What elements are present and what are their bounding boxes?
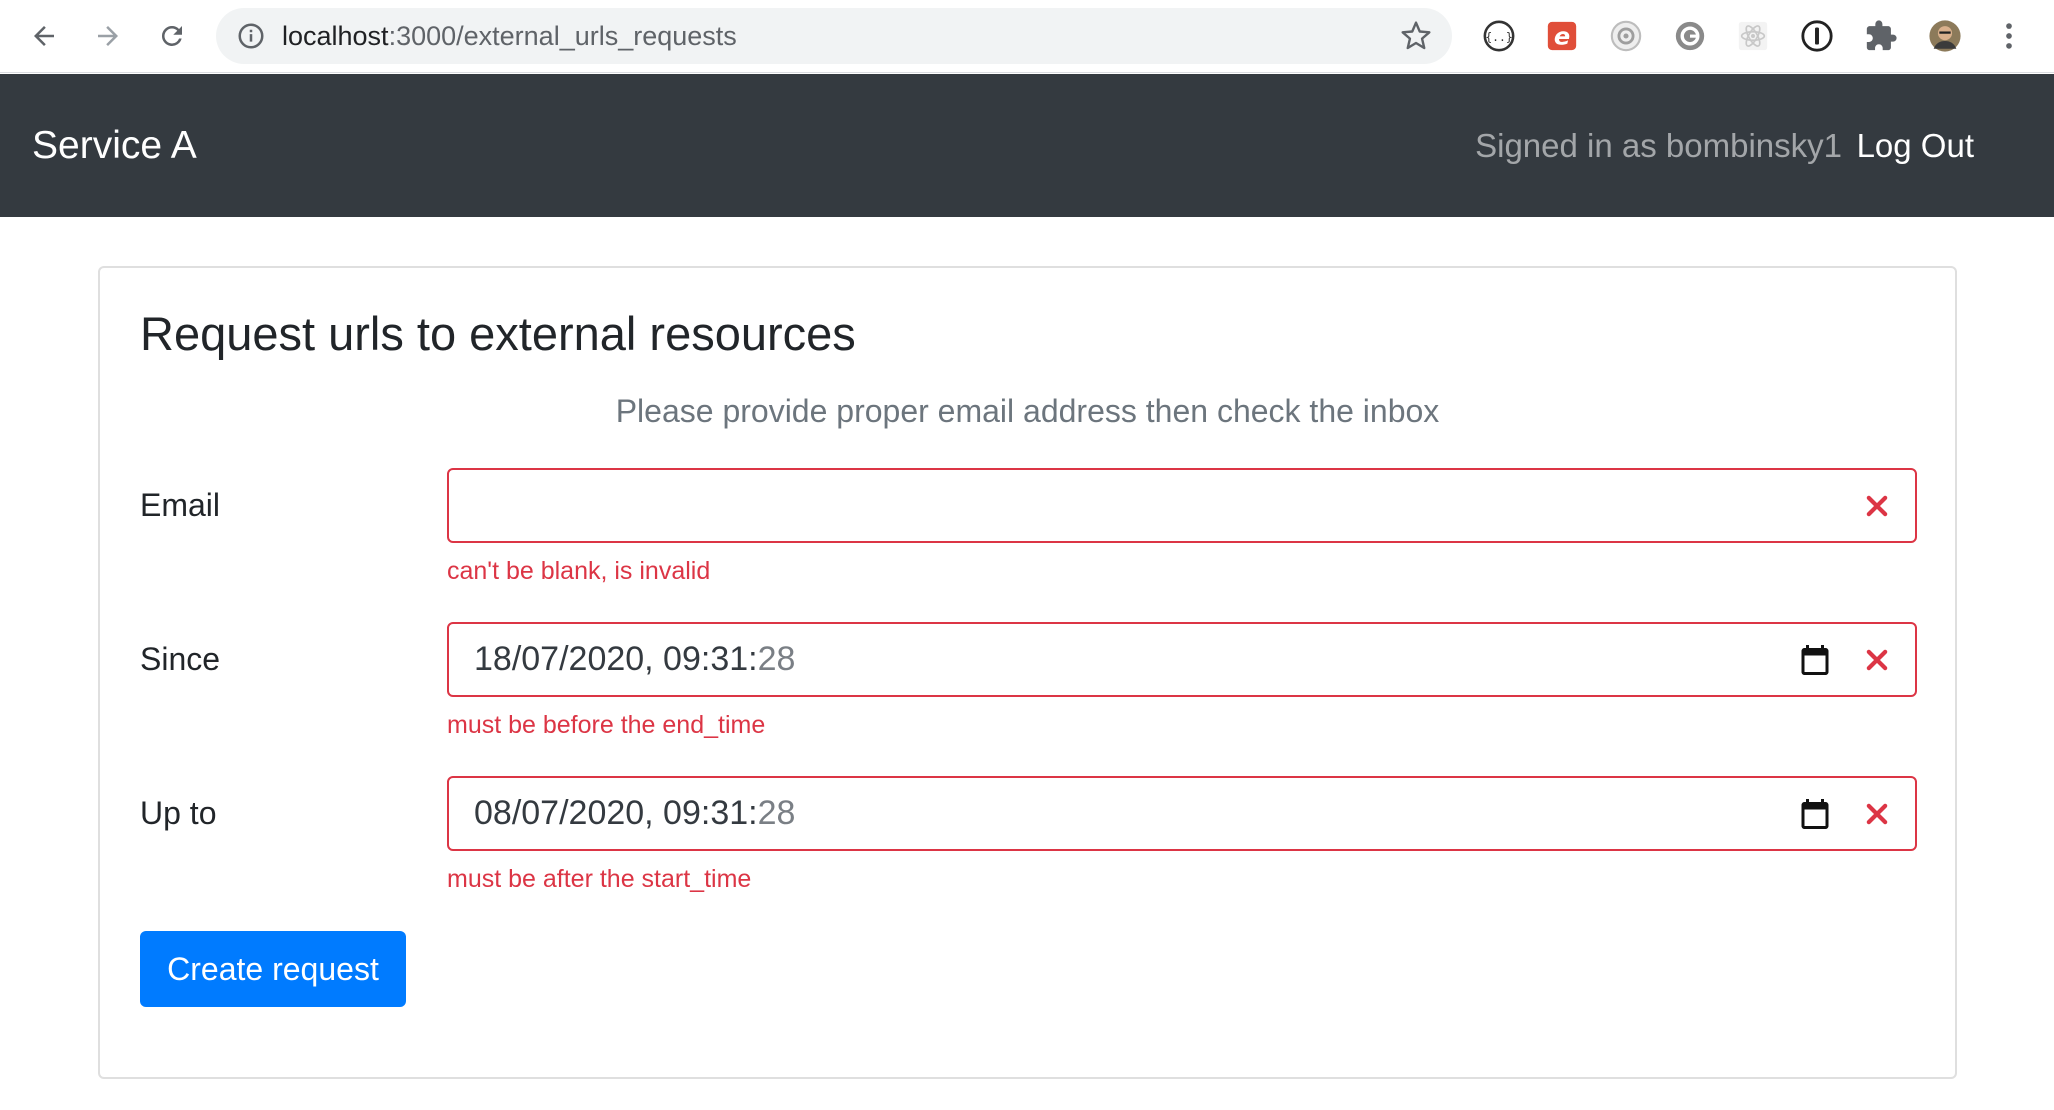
browser-toolbar: localhost:3000/external_urls_requests {.… bbox=[0, 0, 2054, 73]
svg-text:e: e bbox=[1554, 23, 1570, 51]
upto-datetime-field[interactable]: 08/07/2020, 09:31:28 bbox=[447, 776, 1917, 851]
create-request-button[interactable]: Create request bbox=[140, 931, 406, 1007]
password-manager-extension-icon bbox=[1801, 20, 1833, 52]
card-subtitle: Please provide proper email address then… bbox=[615, 393, 1440, 429]
back-arrow-icon bbox=[34, 26, 54, 46]
extensions-menu[interactable] bbox=[1861, 16, 1901, 56]
profile-avatar-button[interactable] bbox=[1925, 16, 1965, 56]
react-devtools-extension-icon bbox=[1738, 21, 1768, 51]
since-value-main: 18/07/2020, 09:31: bbox=[474, 640, 758, 678]
card-title: Request urls to external resources bbox=[140, 307, 856, 360]
e-extension-icon: e bbox=[1547, 21, 1577, 51]
svg-text:{..}: {..} bbox=[1485, 30, 1512, 44]
url-text: localhost:3000/external_urls_requests bbox=[282, 8, 737, 64]
upto-value-main: 08/07/2020, 09:31: bbox=[474, 794, 758, 832]
forward-button[interactable] bbox=[86, 14, 130, 58]
invalid-x-icon bbox=[1866, 495, 1888, 517]
request-card: Request urls to external resources Pleas… bbox=[98, 266, 1957, 1079]
more-menu-icon bbox=[2006, 23, 2012, 49]
email-label: Email bbox=[140, 487, 221, 523]
since-value-seconds: 28 bbox=[757, 640, 796, 678]
target-extension-icon bbox=[1610, 20, 1642, 52]
g-extension[interactable] bbox=[1670, 16, 1710, 56]
e-extension[interactable]: e bbox=[1542, 16, 1582, 56]
app-navbar: Service A Signed in as bombinsky1 Log Ou… bbox=[0, 74, 2054, 217]
g-extension-icon bbox=[1675, 21, 1705, 51]
target-extension[interactable] bbox=[1606, 16, 1646, 56]
bookmark-star-icon[interactable] bbox=[1400, 20, 1432, 52]
upto-label: Up to bbox=[140, 795, 217, 831]
upto-error: must be after the start_time bbox=[447, 865, 752, 893]
invalid-x-icon bbox=[1866, 649, 1888, 671]
signed-in-text: Signed in as bombinsky1 bbox=[1475, 127, 1842, 164]
url-path: :3000/external_urls_requests bbox=[388, 21, 737, 51]
since-datetime-field[interactable]: 18/07/2020, 09:31:28 bbox=[447, 622, 1917, 697]
forward-arrow-icon bbox=[98, 26, 118, 46]
invalid-x-icon bbox=[1866, 803, 1888, 825]
since-label: Since bbox=[140, 641, 221, 677]
site-info-icon[interactable] bbox=[236, 21, 266, 51]
json-viewer-extension-icon: {..} bbox=[1483, 20, 1515, 52]
extensions-puzzle-icon bbox=[1866, 20, 1897, 51]
profile-avatar bbox=[1929, 20, 1961, 52]
since-value: 18/07/2020, 09:31:28 bbox=[474, 624, 795, 695]
upto-value: 08/07/2020, 09:31:28 bbox=[474, 778, 795, 849]
navbar-brand[interactable]: Service A bbox=[32, 74, 197, 217]
calendar-icon[interactable] bbox=[1797, 796, 1833, 832]
email-error: can't be blank, is invalid bbox=[447, 557, 711, 585]
json-viewer-extension[interactable]: {..} bbox=[1479, 16, 1519, 56]
address-bar[interactable]: localhost:3000/external_urls_requests bbox=[216, 8, 1452, 64]
logout-link[interactable]: Log Out bbox=[1857, 74, 1974, 217]
reload-icon bbox=[161, 25, 182, 46]
email-field[interactable] bbox=[447, 468, 1917, 543]
upto-value-seconds: 28 bbox=[757, 794, 796, 832]
since-error: must be before the end_time bbox=[447, 711, 766, 739]
react-devtools-extension[interactable] bbox=[1733, 16, 1773, 56]
reload-button[interactable] bbox=[150, 14, 194, 58]
url-host: localhost bbox=[282, 21, 389, 51]
back-button[interactable] bbox=[22, 14, 66, 58]
password-manager-extension[interactable] bbox=[1797, 16, 1837, 56]
more-menu-button[interactable] bbox=[1989, 16, 2029, 56]
calendar-icon[interactable] bbox=[1797, 642, 1833, 678]
